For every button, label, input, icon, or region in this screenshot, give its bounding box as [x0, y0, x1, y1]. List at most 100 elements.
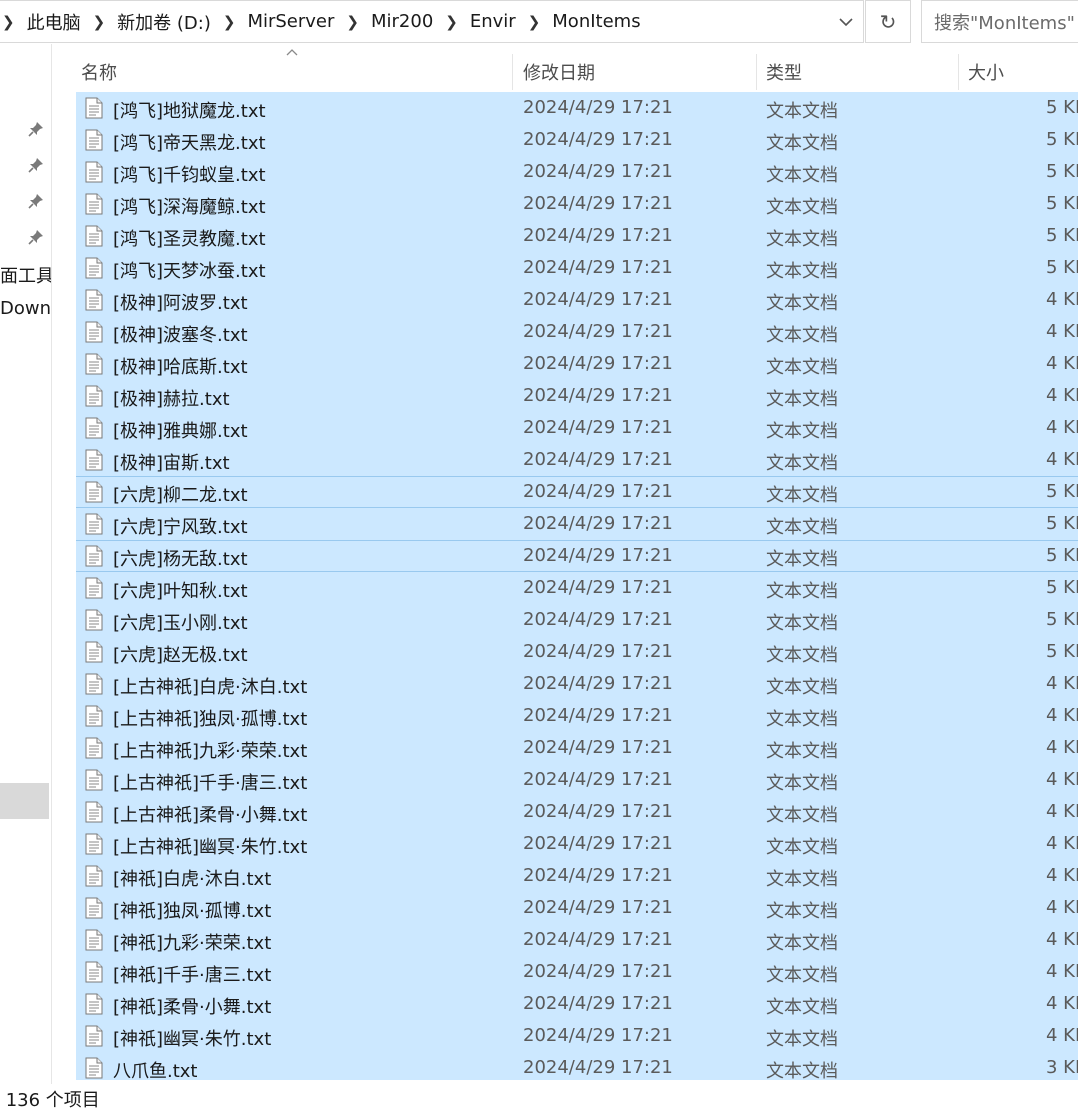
text-file-icon: [85, 321, 103, 343]
file-size: 4 KB: [1046, 993, 1078, 1014]
address-bar[interactable]: ❯ 此电脑 ❯ 新加卷 (D:) ❯ MirServer ❯ Mir200 ❯ …: [0, 0, 864, 43]
file-name: [极神]赫拉.txt: [113, 389, 230, 410]
text-file-icon: [85, 129, 103, 151]
file-row[interactable]: [神祇]独凤·孤博.txt 2024/4/29 17:21 文本文档 4 KB: [76, 892, 1078, 924]
breadcrumb-this-pc[interactable]: 此电脑: [25, 9, 83, 35]
breadcrumb-mirserver[interactable]: MirServer: [245, 11, 336, 32]
file-row[interactable]: [鸿飞]地狱魔龙.txt 2024/4/29 17:21 文本文档 5 KB: [76, 92, 1078, 124]
breadcrumb-chevron-icon[interactable]: ❯: [336, 13, 369, 31]
file-row[interactable]: [神祇]千手·唐三.txt 2024/4/29 17:21 文本文档 4 KB: [76, 956, 1078, 988]
file-row[interactable]: [上古神祇]九彩·荣荣.txt 2024/4/29 17:21 文本文档 4 KB: [76, 732, 1078, 764]
breadcrumb-chevron-icon[interactable]: ❯: [518, 13, 551, 31]
navigation-pane: 面工具 Down 片: [0, 44, 52, 1084]
file-modified-date: 2024/4/29 17:21: [523, 833, 673, 854]
nav-item-downloads[interactable]: Down: [0, 298, 51, 319]
file-type: 文本文档: [766, 741, 838, 762]
file-row[interactable]: [极神]阿波罗.txt 2024/4/29 17:21 文本文档 4 KB: [76, 284, 1078, 316]
file-row[interactable]: [极神]哈底斯.txt 2024/4/29 17:21 文本文档 4 KB: [76, 348, 1078, 380]
search-input[interactable]: 搜索"MonItems": [921, 0, 1078, 43]
column-divider[interactable]: [958, 54, 959, 90]
pin-icon[interactable]: [28, 229, 44, 245]
file-row[interactable]: [鸿飞]帝天黑龙.txt 2024/4/29 17:21 文本文档 5 KB: [76, 124, 1078, 156]
file-row[interactable]: [鸿飞]深海魔鲸.txt 2024/4/29 17:21 文本文档 5 KB: [76, 188, 1078, 220]
file-name: [六虎]赵无极.txt: [113, 645, 248, 666]
file-row[interactable]: [神祇]柔骨·小舞.txt 2024/4/29 17:21 文本文档 4 KB: [76, 988, 1078, 1020]
breadcrumb-chevron-icon[interactable]: ❯: [213, 13, 246, 31]
file-row[interactable]: [六虎]赵无极.txt 2024/4/29 17:21 文本文档 5 KB: [76, 636, 1078, 668]
file-row[interactable]: [上古神祇]独凤·孤博.txt 2024/4/29 17:21 文本文档 4 KB: [76, 700, 1078, 732]
file-row[interactable]: [六虎]宁风致.txt 2024/4/29 17:21 文本文档 5 KB: [76, 508, 1078, 540]
refresh-button[interactable]: ↻: [865, 0, 911, 43]
file-row[interactable]: [六虎]叶知秋.txt 2024/4/29 17:21 文本文档 5 KB: [76, 572, 1078, 604]
file-size: 5 KB: [1046, 641, 1078, 662]
breadcrumb-monitems[interactable]: MonItems: [550, 11, 642, 32]
file-name: [神祇]柔骨·小舞.txt: [113, 997, 272, 1018]
pin-icon[interactable]: [28, 121, 44, 137]
pin-icon[interactable]: [28, 193, 44, 209]
file-name: [上古神祇]幽冥·朱竹.txt: [113, 837, 308, 858]
column-header-type[interactable]: 类型: [766, 59, 802, 85]
breadcrumb-chevron-icon[interactable]: ❯: [0, 13, 25, 31]
column-header-size[interactable]: 大小: [968, 59, 1004, 85]
file-type: 文本文档: [766, 645, 838, 666]
file-row[interactable]: 八爪鱼.txt 2024/4/29 17:21 文本文档 3 KB: [76, 1052, 1078, 1080]
chevron-down-icon[interactable]: [837, 13, 855, 31]
file-size: 4 KB: [1046, 417, 1078, 438]
file-row[interactable]: [神祇]幽冥·朱竹.txt 2024/4/29 17:21 文本文档 4 KB: [76, 1020, 1078, 1052]
file-size: 4 KB: [1046, 961, 1078, 982]
file-row[interactable]: [极神]赫拉.txt 2024/4/29 17:21 文本文档 4 KB: [76, 380, 1078, 412]
file-row[interactable]: [鸿飞]千钧蚁皇.txt 2024/4/29 17:21 文本文档 5 KB: [76, 156, 1078, 188]
nav-item-tools[interactable]: 面工具: [0, 262, 51, 288]
pin-icon[interactable]: [28, 157, 44, 173]
status-bar: 择 136 个项目: [0, 1084, 1078, 1108]
breadcrumb-mir200[interactable]: Mir200: [369, 11, 435, 32]
column-divider[interactable]: [756, 54, 757, 90]
file-modified-date: 2024/4/29 17:21: [523, 161, 673, 182]
file-row[interactable]: [上古神祇]白虎·沐白.txt 2024/4/29 17:21 文本文档 4 KB: [76, 668, 1078, 700]
file-row[interactable]: [神祇]白虎·沐白.txt 2024/4/29 17:21 文本文档 4 KB: [76, 860, 1078, 892]
file-row[interactable]: [上古神祇]柔骨·小舞.txt 2024/4/29 17:21 文本文档 4 KB: [76, 796, 1078, 828]
file-row[interactable]: [上古神祇]千手·唐三.txt 2024/4/29 17:21 文本文档 4 KB: [76, 764, 1078, 796]
breadcrumb-chevron-icon[interactable]: ❯: [83, 13, 116, 31]
text-file-icon: [85, 289, 103, 311]
file-modified-date: 2024/4/29 17:21: [523, 97, 673, 118]
refresh-icon: ↻: [879, 9, 897, 34]
file-modified-date: 2024/4/29 17:21: [523, 865, 673, 886]
breadcrumb-chevron-icon[interactable]: ❯: [435, 13, 468, 31]
file-row[interactable]: [鸿飞]天梦冰蚕.txt 2024/4/29 17:21 文本文档 5 KB: [76, 252, 1078, 284]
file-row[interactable]: [极神]宙斯.txt 2024/4/29 17:21 文本文档 4 KB: [76, 444, 1078, 476]
text-file-icon: [85, 193, 103, 215]
file-row[interactable]: [六虎]杨无敌.txt 2024/4/29 17:21 文本文档 5 KB: [76, 540, 1078, 572]
nav-item-selected[interactable]: [0, 783, 49, 819]
column-header-date[interactable]: 修改日期: [523, 59, 595, 85]
file-modified-date: 2024/4/29 17:21: [523, 129, 673, 150]
breadcrumb-drive-d[interactable]: 新加卷 (D:): [115, 9, 213, 35]
file-name: [神祇]九彩·荣荣.txt: [113, 933, 272, 954]
file-size: 5 KB: [1046, 577, 1078, 598]
file-row[interactable]: [极神]雅典娜.txt 2024/4/29 17:21 文本文档 4 KB: [76, 412, 1078, 444]
column-header-name[interactable]: 名称: [81, 59, 117, 85]
file-list[interactable]: [鸿飞]地狱魔龙.txt2024/4/29 17:21文本文档5 KB[鸿飞]帝…: [76, 92, 1078, 1080]
file-modified-date: 2024/4/29 17:21: [523, 449, 673, 470]
text-file-icon: [85, 737, 103, 759]
file-type: 文本文档: [766, 709, 838, 730]
file-modified-date: 2024/4/29 17:21: [523, 321, 673, 342]
file-row[interactable]: [极神]波塞冬.txt 2024/4/29 17:21 文本文档 4 KB: [76, 316, 1078, 348]
file-type: 文本文档: [766, 325, 838, 346]
file-type: 文本文档: [766, 389, 838, 410]
column-divider[interactable]: [512, 54, 513, 90]
file-size: 5 KB: [1046, 257, 1078, 278]
breadcrumb-envir[interactable]: Envir: [468, 11, 518, 32]
file-row[interactable]: [六虎]玉小刚.txt 2024/4/29 17:21 文本文档 5 KB: [76, 604, 1078, 636]
file-row[interactable]: [六虎]柳二龙.txt 2024/4/29 17:21 文本文档 5 KB: [76, 476, 1078, 508]
file-row[interactable]: [鸿飞]圣灵教魔.txt 2024/4/29 17:21 文本文档 5 KB: [76, 220, 1078, 252]
file-row[interactable]: [上古神祇]幽冥·朱竹.txt 2024/4/29 17:21 文本文档 4 KB: [76, 828, 1078, 860]
file-type: 文本文档: [766, 837, 838, 858]
file-modified-date: 2024/4/29 17:21: [523, 737, 673, 758]
file-name: [鸿飞]深海魔鲸.txt: [113, 197, 266, 218]
file-row[interactable]: [神祇]九彩·荣荣.txt 2024/4/29 17:21 文本文档 4 KB: [76, 924, 1078, 956]
file-size: 4 KB: [1046, 449, 1078, 470]
text-file-icon: [85, 641, 103, 663]
toolbar: ❯ 此电脑 ❯ 新加卷 (D:) ❯ MirServer ❯ Mir200 ❯ …: [0, 0, 1078, 44]
file-modified-date: 2024/4/29 17:21: [523, 225, 673, 246]
